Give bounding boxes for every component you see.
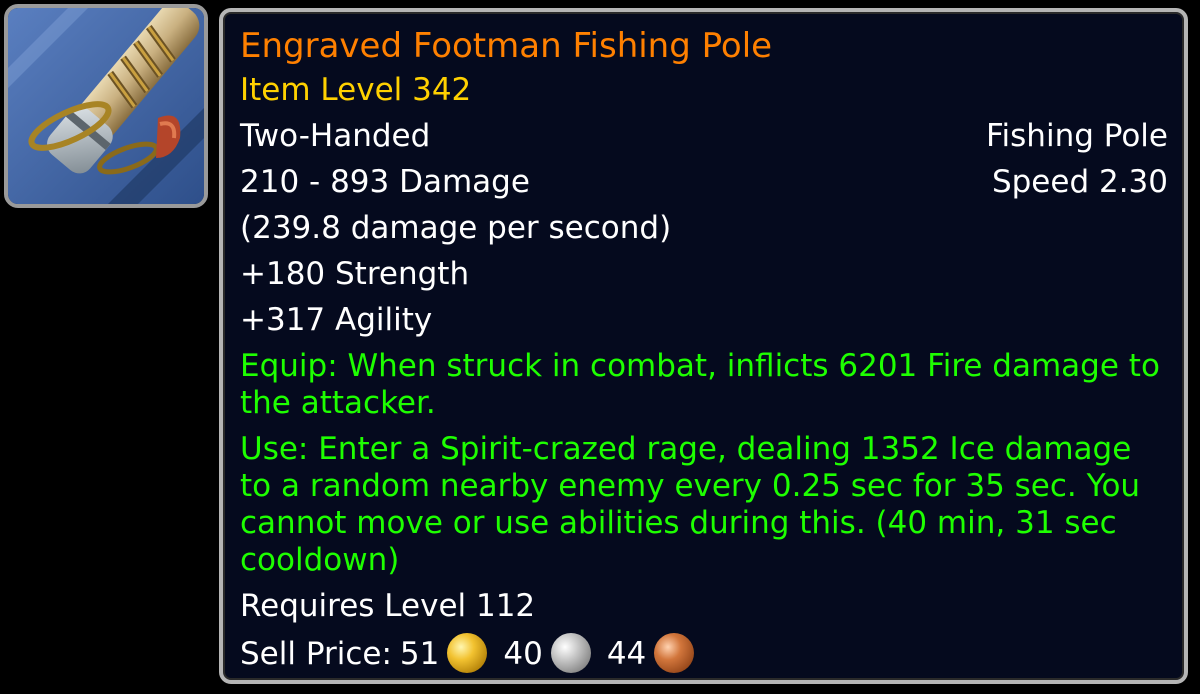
sell-price-label: Sell Price: [240, 635, 392, 672]
silver-coin-icon [550, 633, 591, 673]
silver-amount: 40 [503, 635, 543, 672]
gold-amount: 51 [399, 635, 440, 672]
equip-effect: Equip: When struck in combat, inflicts 6… [240, 348, 1160, 421]
item-icon[interactable] [4, 4, 208, 208]
item-speed: Speed 2.30 [991, 164, 1168, 200]
item-tooltip: Engraved Footman Fishing Pole Item Level… [219, 8, 1188, 684]
item-damage: 210 - 893 Damage [240, 164, 530, 200]
item-type: Fishing Pole [985, 118, 1168, 154]
copper-amount: 44 [606, 635, 647, 672]
item-dps: (239.8 damage per second) [240, 210, 672, 246]
damage-row: 210 - 893 Damage Speed 2.30 [240, 164, 1168, 201]
item-slot: Two-Handed [240, 118, 431, 154]
gold-coin-icon [447, 633, 488, 673]
item-name: Engraved Footman Fishing Pole [240, 26, 773, 66]
stat-agility: +317 Agility [240, 302, 433, 338]
stat-strength: +180 Strength [240, 256, 470, 292]
copper-coin-icon [654, 633, 695, 673]
fishing-pole-icon [8, 8, 204, 204]
use-effect: Use: Enter a Spirit-crazed rage, dealing… [240, 431, 1141, 578]
sell-price: Sell Price: 51 40 44 [240, 633, 1168, 674]
required-level: Requires Level 112 [240, 588, 536, 624]
slot-row: Two-Handed Fishing Pole [240, 118, 1168, 155]
item-level: Item Level 342 [240, 72, 472, 108]
